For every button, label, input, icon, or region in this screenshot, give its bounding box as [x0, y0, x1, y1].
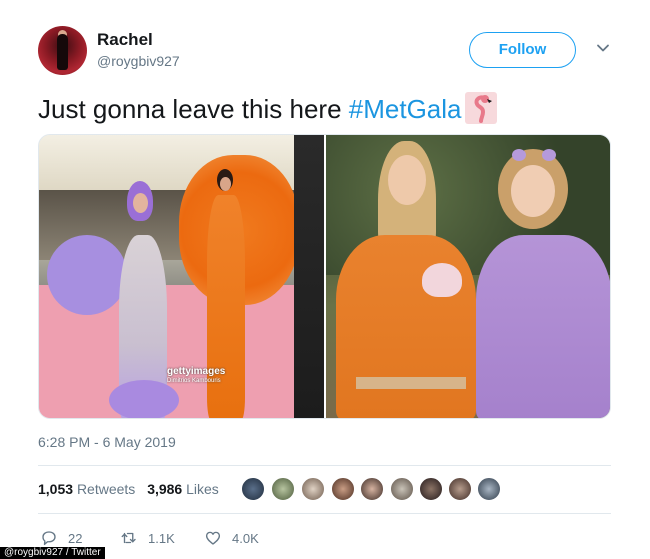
retweets-count: 1,053 [38, 481, 74, 497]
like-count: 4.0K [232, 530, 259, 546]
like-button[interactable]: 4.0K [204, 528, 259, 548]
getty-watermark-credit: Dimitrios Kambouris [167, 378, 221, 384]
heart-icon [205, 531, 221, 545]
follow-button[interactable]: Follow [469, 32, 576, 68]
liker-avatar[interactable] [419, 477, 443, 501]
likes-stat[interactable]: 3,986 Likes [147, 481, 219, 497]
flamingo-emoji-icon [464, 92, 497, 124]
reply-icon [42, 531, 56, 546]
retweet-button[interactable]: 1.1K [120, 528, 175, 548]
liker-avatar[interactable] [360, 477, 384, 501]
tweet-text: Just gonna leave this here #MetGala [38, 92, 497, 125]
engagement-stats: 1,053 Retweets 3,986 Likes [38, 481, 219, 497]
reply-button[interactable]: 22 [40, 528, 82, 548]
liker-avatar[interactable] [390, 477, 414, 501]
liker-avatar[interactable] [301, 477, 325, 501]
divider [38, 513, 611, 514]
liker-avatar[interactable] [241, 477, 265, 501]
avatar[interactable] [38, 26, 87, 75]
tweet-text-body: Just gonna leave this here [38, 94, 349, 124]
liker-avatar[interactable] [448, 477, 472, 501]
divider [38, 465, 611, 466]
comparison-photo[interactable] [326, 135, 610, 418]
liker-avatar[interactable] [477, 477, 501, 501]
retweet-icon [121, 532, 136, 544]
reply-count: 22 [68, 530, 83, 546]
likes-count: 3,986 [147, 481, 183, 497]
chevron-down-icon[interactable] [595, 40, 611, 56]
getty-watermark: gettyimages [167, 366, 226, 377]
image-credit: @roygbiv927 / Twitter [0, 547, 105, 559]
retweets-label: Retweets [76, 481, 136, 497]
retweets-stat[interactable]: 1,053 Retweets [38, 481, 135, 497]
liker-avatar[interactable] [331, 477, 355, 501]
tweet-header: Rachel @roygbiv927 Follow [38, 26, 618, 78]
retweet-count: 1.1K [148, 530, 175, 546]
user-name[interactable]: Rachel [97, 30, 153, 50]
liker-avatar[interactable] [271, 477, 295, 501]
tweet-media[interactable]: gettyimages Dimitrios Kambouris [38, 134, 611, 419]
hashtag-link[interactable]: #MetGala [349, 94, 462, 124]
user-handle[interactable]: @roygbiv927 [97, 53, 180, 69]
likes-label: Likes [186, 481, 219, 497]
tweet-timestamp[interactable]: 6:28 PM - 6 May 2019 [38, 434, 176, 450]
